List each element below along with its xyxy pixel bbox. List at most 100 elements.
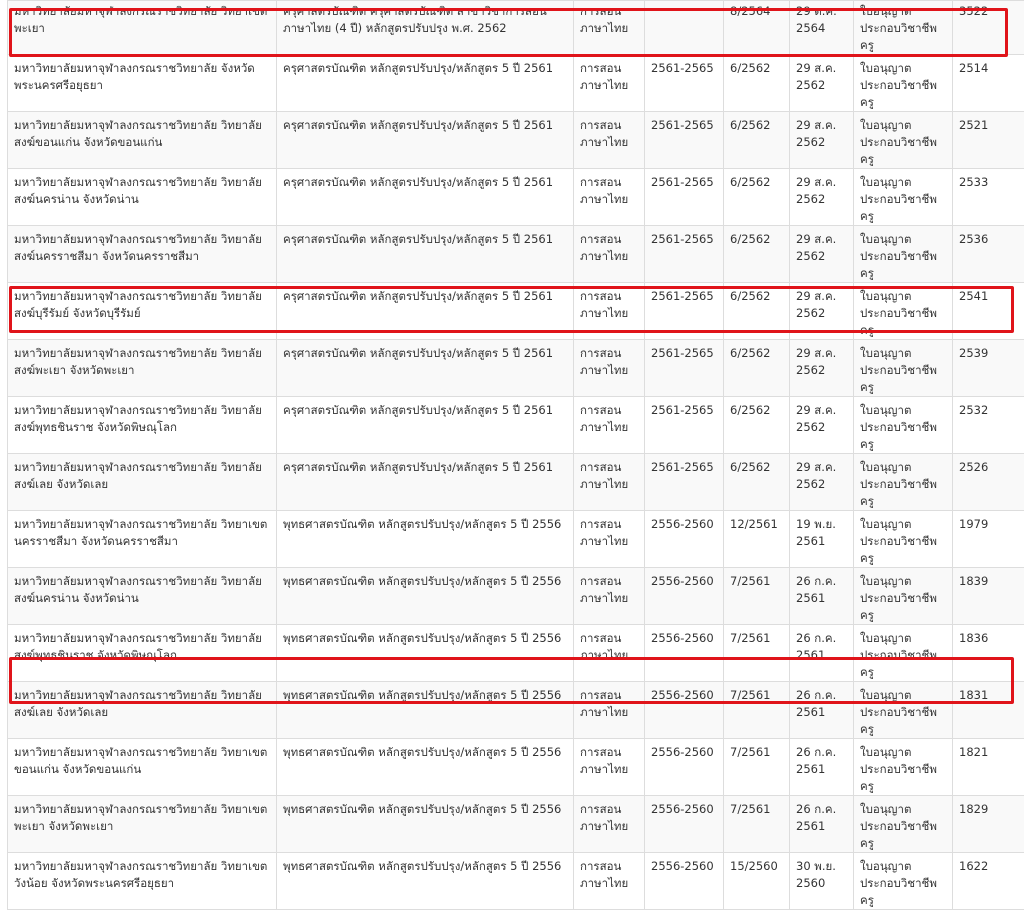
cell-major: การสอนภาษาไทย bbox=[574, 739, 645, 796]
cell-university: มหาวิทยาลัยมหาจุฬาลงกรณราชวิทยาลัย วิทยา… bbox=[8, 625, 277, 682]
cell-code: 2526 bbox=[953, 454, 1024, 511]
cell-major: การสอนภาษาไทย bbox=[574, 283, 645, 340]
table-row: มหาวิทยาลัยมหาจุฬาลงกรณราชวิทยาลัย วิทยา… bbox=[8, 226, 1024, 283]
cell-university: มหาวิทยาลัยมหาจุฬาลงกรณราชวิทยาลัย วิทยา… bbox=[8, 397, 277, 454]
cell-program: ครุศาสตรบัณฑิต หลักสูตรปรับปรุง/หลักสูตร… bbox=[277, 112, 574, 169]
cell-years: 2556-2560 bbox=[645, 739, 724, 796]
cell-program: พุทธศาสตรบัณฑิต หลักสูตรปรับปรุง/หลักสูต… bbox=[277, 853, 574, 910]
table-row: มหาวิทยาลัยมหาจุฬาลงกรณราชวิทยาลัย วิทยา… bbox=[8, 169, 1024, 226]
cell-code: 1829 bbox=[953, 796, 1024, 853]
cell-meeting: 12/2561 bbox=[724, 511, 790, 568]
cell-years: 2561-2565 bbox=[645, 169, 724, 226]
cell-program: พุทธศาสตรบัณฑิต หลักสูตรปรับปรุง/หลักสูต… bbox=[277, 682, 574, 739]
cell-major: การสอนภาษาไทย bbox=[574, 568, 645, 625]
cell-university: มหาวิทยาลัยมหาจุฬาลงกรณราชวิทยาลัย วิทยา… bbox=[8, 169, 277, 226]
table-row: มหาวิทยาลัยมหาจุฬาลงกรณราชวิทยาลัย วิทยา… bbox=[8, 739, 1024, 796]
cell-meeting: 6/2562 bbox=[724, 112, 790, 169]
cell-university: มหาวิทยาลัยมหาจุฬาลงกรณราชวิทยาลัย วิทยา… bbox=[8, 340, 277, 397]
cell-license: ใบอนุญาตประกอบวิชาชีพครู bbox=[854, 625, 953, 682]
cell-date: 29 ส.ค. 2562 bbox=[790, 454, 854, 511]
cell-license: ใบอนุญาตประกอบวิชาชีพครู bbox=[854, 112, 953, 169]
cell-license: ใบอนุญาตประกอบวิชาชีพครู bbox=[854, 397, 953, 454]
cell-program: ครุศาสตรบัณฑิต หลักสูตรปรับปรุง/หลักสูตร… bbox=[277, 226, 574, 283]
cell-meeting: 7/2561 bbox=[724, 568, 790, 625]
cell-meeting: 7/2561 bbox=[724, 739, 790, 796]
table-row: มหาวิทยาลัยมหาจุฬาลงกรณราชวิทยาลัย วิทยา… bbox=[8, 511, 1024, 568]
cell-license: ใบอนุญาตประกอบวิชาชีพครู bbox=[854, 226, 953, 283]
cell-years: 2556-2560 bbox=[645, 568, 724, 625]
cell-major: การสอนภาษาไทย bbox=[574, 112, 645, 169]
cell-code: 1831 bbox=[953, 682, 1024, 739]
cell-major: การสอนภาษาไทย bbox=[574, 169, 645, 226]
cell-program: ครุศาสตรบัณฑิต หลักสูตรปรับปรุง/หลักสูตร… bbox=[277, 169, 574, 226]
table-row: มหาวิทยาลัยมหาจุฬาลงกรณราชวิทยาลัย วิทยา… bbox=[8, 454, 1024, 511]
cell-date: 26 ก.ค. 2561 bbox=[790, 796, 854, 853]
cell-code: 2521 bbox=[953, 112, 1024, 169]
cell-license: ใบอนุญาตประกอบวิชาชีพครู bbox=[854, 283, 953, 340]
cell-code: 2541 bbox=[953, 283, 1024, 340]
cell-years: 2556-2560 bbox=[645, 511, 724, 568]
cell-code: 2536 bbox=[953, 226, 1024, 283]
cell-program: ครุศาสตรบัณฑิต หลักสูตรปรับปรุง/หลักสูตร… bbox=[277, 55, 574, 112]
table-body: มหาวิทยาลัยมหาจุฬาลงกรณราชวิทยาลัย วิทยา… bbox=[8, 1, 1024, 910]
table-row: มหาวิทยาลัยมหาจุฬาลงกรณราชวิทยาลัย จังหว… bbox=[8, 55, 1024, 112]
cell-code: 2539 bbox=[953, 340, 1024, 397]
cell-license: ใบอนุญาตประกอบวิชาชีพครู bbox=[854, 853, 953, 910]
cell-years: 2556-2560 bbox=[645, 625, 724, 682]
table-row: มหาวิทยาลัยมหาจุฬาลงกรณราชวิทยาลัย วิทยา… bbox=[8, 853, 1024, 910]
cell-major: การสอนภาษาไทย bbox=[574, 397, 645, 454]
cell-years: 2561-2565 bbox=[645, 340, 724, 397]
cell-meeting: 6/2562 bbox=[724, 283, 790, 340]
cell-license: ใบอนุญาตประกอบวิชาชีพครู bbox=[854, 796, 953, 853]
cell-license: ใบอนุญาตประกอบวิชาชีพครู bbox=[854, 511, 953, 568]
table-row: มหาวิทยาลัยมหาจุฬาลงกรณราชวิทยาลัย วิทยา… bbox=[8, 796, 1024, 853]
cell-meeting: 6/2562 bbox=[724, 226, 790, 283]
cell-years: 2561-2565 bbox=[645, 226, 724, 283]
cell-date: 29 ส.ค. 2562 bbox=[790, 55, 854, 112]
cell-years: 2556-2560 bbox=[645, 682, 724, 739]
cell-years: 2561-2565 bbox=[645, 397, 724, 454]
table-row: มหาวิทยาลัยมหาจุฬาลงกรณราชวิทยาลัย วิทยา… bbox=[8, 397, 1024, 454]
cell-code: 2514 bbox=[953, 55, 1024, 112]
cell-date: 30 พ.ย. 2560 bbox=[790, 853, 854, 910]
cell-university: มหาวิทยาลัยมหาจุฬาลงกรณราชวิทยาลัย วิทยา… bbox=[8, 739, 277, 796]
cell-major: การสอนภาษาไทย bbox=[574, 454, 645, 511]
cell-major: การสอนภาษาไทย bbox=[574, 226, 645, 283]
cell-meeting: 8/2564 bbox=[724, 1, 790, 55]
cell-program: พุทธศาสตรบัณฑิต หลักสูตรปรับปรุง/หลักสูต… bbox=[277, 625, 574, 682]
cell-program: ครุศาสตรบัณฑิต หลักสูตรปรับปรุง/หลักสูตร… bbox=[277, 454, 574, 511]
cell-university: มหาวิทยาลัยมหาจุฬาลงกรณราชวิทยาลัย จังหว… bbox=[8, 55, 277, 112]
cell-license: ใบอนุญาตประกอบวิชาชีพครู bbox=[854, 340, 953, 397]
cell-meeting: 15/2560 bbox=[724, 853, 790, 910]
cell-date: 26 ก.ค. 2561 bbox=[790, 739, 854, 796]
table-row: มหาวิทยาลัยมหาจุฬาลงกรณราชวิทยาลัย วิทยา… bbox=[8, 682, 1024, 739]
cell-meeting: 6/2562 bbox=[724, 397, 790, 454]
table-row: มหาวิทยาลัยมหาจุฬาลงกรณราชวิทยาลัย วิทยา… bbox=[8, 625, 1024, 682]
cell-meeting: 7/2561 bbox=[724, 682, 790, 739]
cell-date: 26 ก.ค. 2561 bbox=[790, 625, 854, 682]
cell-major: การสอนภาษาไทย bbox=[574, 55, 645, 112]
cell-major: การสอนภาษาไทย bbox=[574, 625, 645, 682]
cell-code: 3522 bbox=[953, 1, 1024, 55]
cell-code: 1622 bbox=[953, 853, 1024, 910]
cell-years: 2561-2565 bbox=[645, 55, 724, 112]
cell-program: พุทธศาสตรบัณฑิต หลักสูตรปรับปรุง/หลักสูต… bbox=[277, 511, 574, 568]
cell-university: มหาวิทยาลัยมหาจุฬาลงกรณราชวิทยาลัย วิทยา… bbox=[8, 112, 277, 169]
cell-program: พุทธศาสตรบัณฑิต หลักสูตรปรับปรุง/หลักสูต… bbox=[277, 796, 574, 853]
cell-program: ครุศาสตรบัณฑิต หลักสูตรปรับปรุง/หลักสูตร… bbox=[277, 283, 574, 340]
accredited-programs-table: มหาวิทยาลัยมหาจุฬาลงกรณราชวิทยาลัย วิทยา… bbox=[7, 0, 1024, 910]
cell-code: 1821 bbox=[953, 739, 1024, 796]
cell-meeting: 6/2562 bbox=[724, 454, 790, 511]
cell-program: ครุศาสตรบัณฑิต ครุศาสตรบัณฑิต สาขาวิชากา… bbox=[277, 1, 574, 55]
cell-major: การสอนภาษาไทย bbox=[574, 340, 645, 397]
cell-license: ใบอนุญาตประกอบวิชาชีพครู bbox=[854, 55, 953, 112]
cell-university: มหาวิทยาลัยมหาจุฬาลงกรณราชวิทยาลัย วิทยา… bbox=[8, 226, 277, 283]
cell-years: 2561-2565 bbox=[645, 283, 724, 340]
cell-years: 2561-2565 bbox=[645, 454, 724, 511]
cell-meeting: 6/2562 bbox=[724, 340, 790, 397]
cell-major: การสอนภาษาไทย bbox=[574, 1, 645, 55]
cell-program: ครุศาสตรบัณฑิต หลักสูตรปรับปรุง/หลักสูตร… bbox=[277, 397, 574, 454]
cell-university: มหาวิทยาลัยมหาจุฬาลงกรณราชวิทยาลัย วิทยา… bbox=[8, 1, 277, 55]
cell-university: มหาวิทยาลัยมหาจุฬาลงกรณราชวิทยาลัย วิทยา… bbox=[8, 853, 277, 910]
cell-program: ครุศาสตรบัณฑิต หลักสูตรปรับปรุง/หลักสูตร… bbox=[277, 340, 574, 397]
